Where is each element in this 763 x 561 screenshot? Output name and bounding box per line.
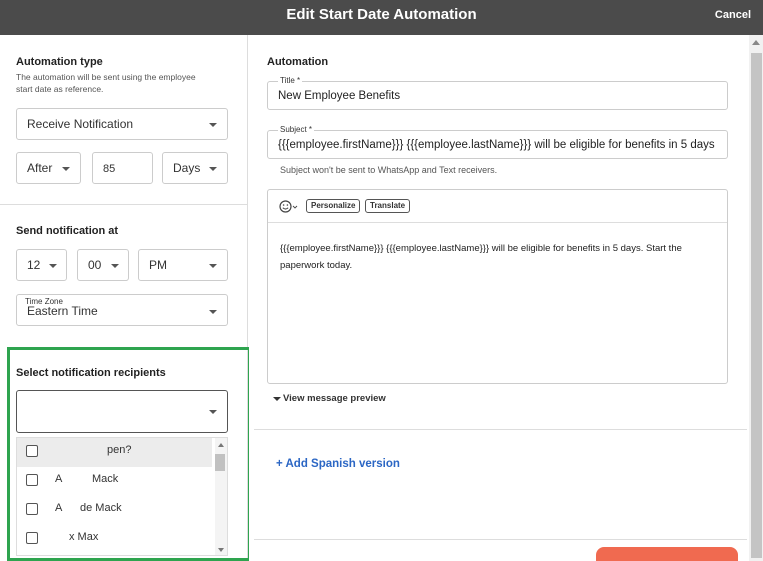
section-divider (254, 429, 747, 430)
scroll-up-icon[interactable] (218, 443, 224, 447)
subject-value: {{{employee.firstName}}} {{{employee.las… (278, 139, 715, 151)
send-at-title: Send notification at (16, 225, 119, 237)
scroll-down-icon[interactable] (218, 548, 224, 552)
checkbox[interactable] (26, 474, 38, 486)
section-divider (254, 539, 747, 540)
recipient-option[interactable]: A Mack (17, 467, 212, 496)
recipient-option-label: Mack (92, 473, 119, 485)
automation-type-value: Receive Notification (27, 117, 134, 131)
recipient-option[interactable]: x Max (17, 525, 212, 554)
ampm-select[interactable]: PM (138, 249, 228, 281)
minute-select[interactable]: 00 (77, 249, 129, 281)
add-language-link[interactable]: + Add Spanish version (276, 458, 400, 470)
timing-value: After (27, 161, 53, 175)
checkbox[interactable] (26, 532, 38, 544)
title-field[interactable]: Title * New Employee Benefits (267, 76, 728, 110)
recipient-option[interactable]: A de Mack (17, 496, 212, 525)
chevron-down-icon (111, 264, 119, 268)
recipients-highlight: Select notification recipients pen? A Ma… (7, 347, 251, 561)
automation-type-title: Automation type (16, 56, 103, 68)
save-button[interactable] (596, 547, 738, 561)
chevron-down-icon (62, 167, 70, 171)
translate-button[interactable]: Translate (365, 199, 411, 213)
modal-header: Edit Start Date Automation Cancel (0, 0, 763, 35)
automation-type-select[interactable]: Receive Notification (16, 108, 228, 140)
recipients-dropdown: pen? A Mack A de Mack x Max (16, 437, 228, 556)
title-label: Title * (278, 76, 303, 85)
unit-select[interactable]: Days (162, 152, 228, 184)
recipient-option-label: de Mack (80, 502, 122, 514)
right-panel: Automation Title * New Employee Benefits… (249, 35, 749, 561)
chevron-down-icon (49, 264, 57, 268)
recipients-title: Select notification recipients (16, 367, 166, 379)
minute-value: 00 (88, 258, 102, 272)
ampm-value: PM (149, 258, 167, 272)
automation-section-title: Automation (267, 56, 329, 68)
view-preview-link[interactable]: View message preview (283, 393, 386, 404)
subject-note: Subject won't be sent to WhatsApp and Te… (280, 165, 498, 175)
section-divider (0, 204, 247, 205)
recipient-option-label: pen? (107, 444, 132, 456)
days-count-value: 85 (103, 163, 116, 175)
recipients-select[interactable] (16, 390, 228, 433)
editor-toolbar: Personalize Translate (268, 190, 727, 223)
unit-value: Days (173, 161, 201, 175)
left-panel: Automation type The automation will be s… (0, 35, 251, 561)
cancel-button[interactable]: Cancel (715, 9, 751, 21)
chevron-down-icon (209, 167, 217, 171)
smiley-icon[interactable] (279, 200, 299, 213)
scroll-up-icon[interactable] (752, 40, 760, 45)
chevron-down-icon (209, 310, 217, 314)
subject-field[interactable]: Subject * {{{employee.firstName}}} {{{em… (267, 125, 728, 159)
hour-value: 12 (27, 258, 41, 272)
recipient-option-label: x Max (69, 531, 99, 543)
checkbox[interactable] (26, 503, 38, 515)
recipient-option[interactable]: pen? (17, 438, 212, 467)
title-value: New Employee Benefits (278, 90, 401, 102)
chevron-down-icon (209, 123, 217, 127)
message-editor[interactable]: Personalize Translate {{{employee.firstN… (267, 189, 728, 384)
timezone-select[interactable]: Time Zone Eastern Time (16, 294, 228, 326)
caret-down-icon (273, 397, 281, 401)
message-body[interactable]: {{{employee.firstName}}} {{{employee.las… (280, 240, 710, 274)
scrollbar-thumb[interactable] (751, 53, 762, 558)
timezone-value: Eastern Time (27, 304, 98, 318)
automation-type-help: The automation will be sent using the em… (16, 72, 196, 94)
timing-select[interactable]: After (16, 152, 81, 184)
modal-title: Edit Start Date Automation (286, 6, 477, 23)
personalize-button[interactable]: Personalize (306, 199, 361, 213)
dropdown-scrollbar[interactable] (215, 438, 227, 555)
chevron-down-icon (209, 264, 217, 268)
chevron-down-icon (209, 410, 217, 414)
page-scrollbar[interactable] (749, 35, 763, 561)
scrollbar-thumb[interactable] (215, 454, 225, 471)
days-count-input[interactable]: 85 (92, 152, 153, 184)
hour-select[interactable]: 12 (16, 249, 67, 281)
subject-label: Subject * (278, 125, 315, 134)
checkbox[interactable] (26, 445, 38, 457)
